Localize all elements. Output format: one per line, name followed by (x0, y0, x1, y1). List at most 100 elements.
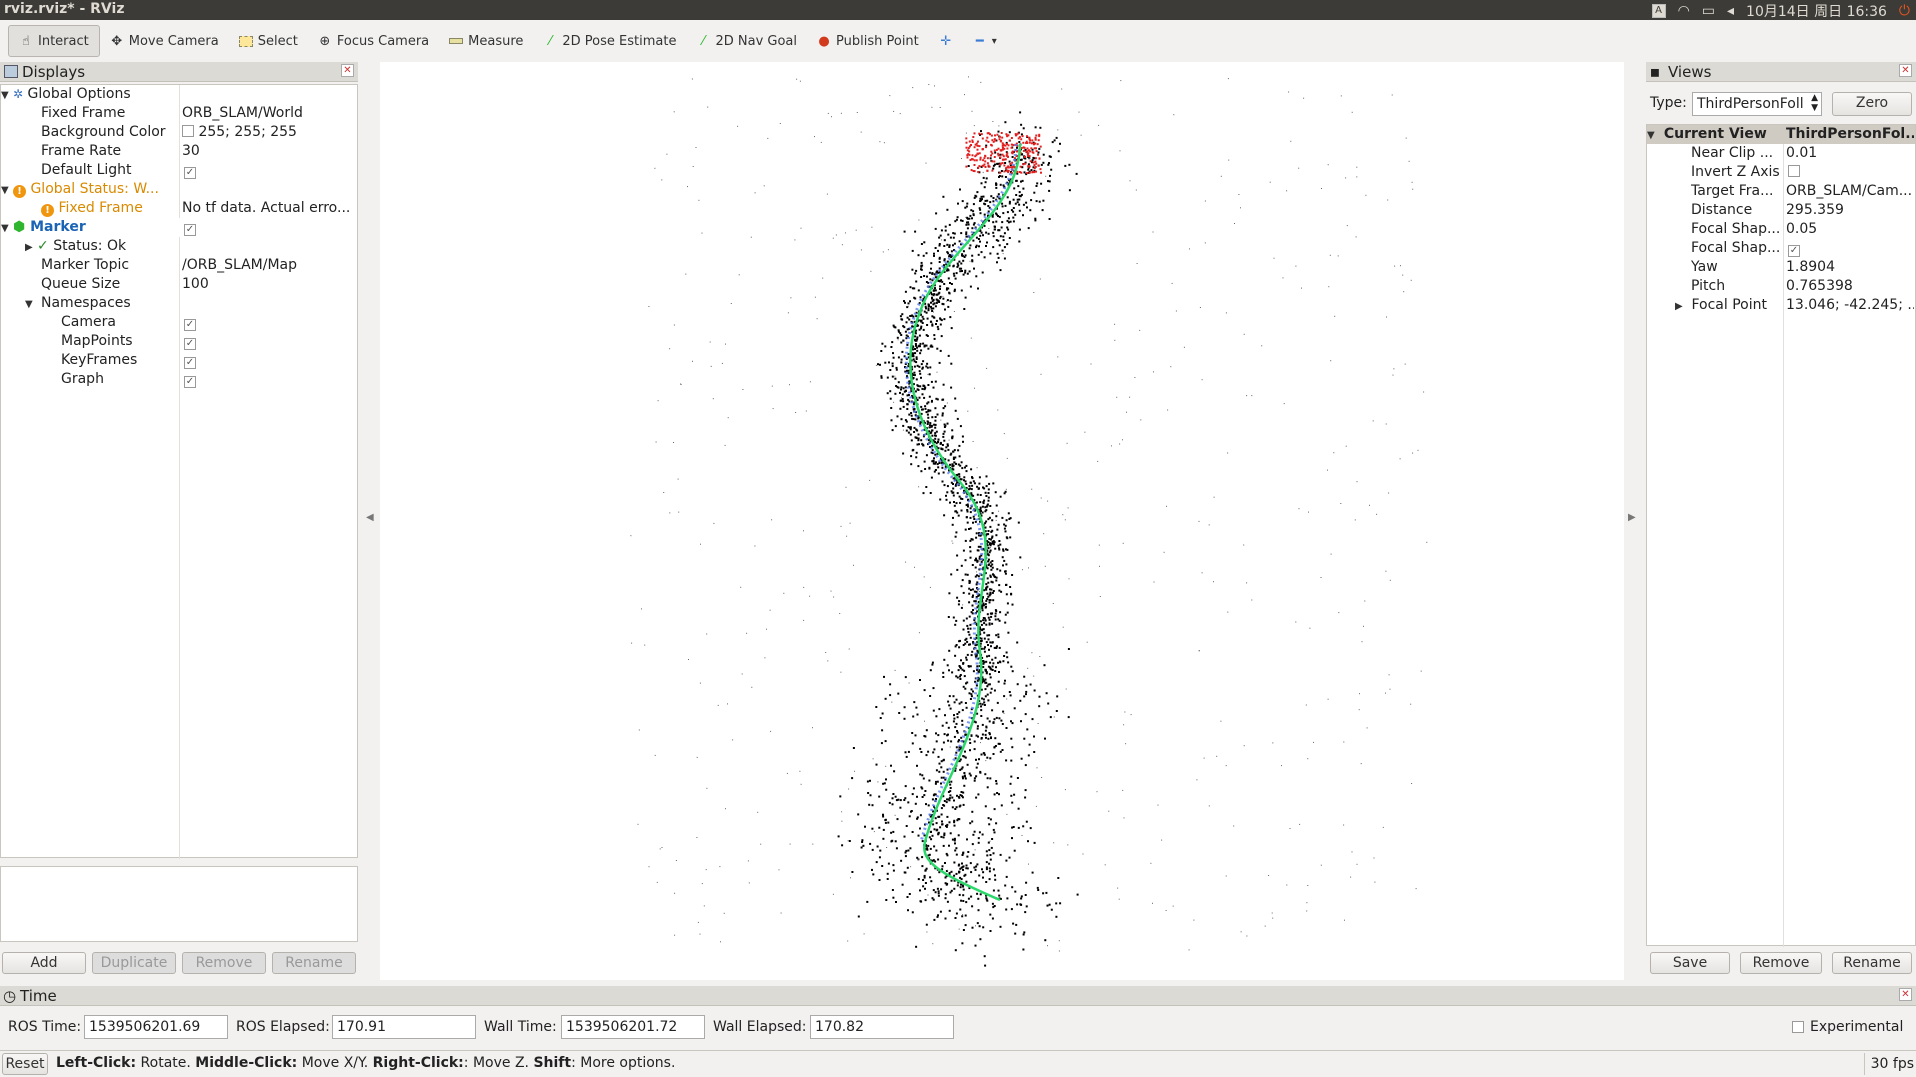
collapse-right-handle[interactable]: ▶ (1628, 512, 1636, 523)
wall-elapsed-field[interactable]: 170.82 (810, 1015, 954, 1039)
remove-tool-button[interactable]: ━ ▾ (963, 25, 1007, 57)
expand-arrow-icon[interactable]: ▼ (1, 219, 13, 238)
tree-row-ns-graph[interactable]: Graph ✓ (1, 370, 357, 389)
add-display-button[interactable]: Add (2, 952, 86, 974)
color-swatch[interactable] (182, 125, 194, 137)
rename-view-button[interactable]: Rename (1832, 952, 1912, 974)
ros-time-field[interactable]: 1539506201.69 (84, 1015, 228, 1039)
render-viewport[interactable] (380, 62, 1624, 980)
ns-camera-checkbox[interactable]: ✓ (184, 319, 196, 331)
tree-row-distance[interactable]: Distance 295.359 (1647, 201, 1915, 220)
default-light-checkbox[interactable]: ✓ (184, 167, 196, 179)
zero-button[interactable]: Zero (1832, 92, 1912, 116)
volume-icon[interactable]: ◂ (1727, 3, 1734, 19)
expand-arrow-icon[interactable]: ▼ (1, 86, 13, 105)
view-type-select[interactable]: ThirdPersonFoll ▲ ▼ (1692, 92, 1822, 116)
close-icon[interactable]: ✕ (1899, 64, 1912, 77)
power-icon[interactable]: ⏻ (1899, 3, 1910, 19)
expand-arrow-icon[interactable]: ▼ (1, 181, 13, 200)
tool-focus-camera[interactable]: ⊕ Focus Camera (308, 25, 439, 57)
close-icon[interactable]: ✕ (341, 64, 354, 77)
battery-icon[interactable]: ▭ (1702, 3, 1715, 19)
checkmark-icon: ✓ (37, 238, 49, 254)
ros-elapsed-field[interactable]: 170.91 (332, 1015, 476, 1039)
displays-tree[interactable]: ▼ ✲ Global Options Fixed Frame ORB_SLAM/Wo… (0, 84, 358, 859)
tree-row-status-ok[interactable]: ▶ ✓ Status: Ok (1, 237, 357, 256)
reset-button[interactable]: Reset (2, 1053, 48, 1075)
ruler-icon (449, 38, 464, 44)
spin-arrows-icon: ▲ ▼ (1811, 93, 1818, 113)
tree-row-marker-topic[interactable]: Marker Topic/ORB_SLAM/Map (1, 256, 357, 275)
tree-row-ns-camera[interactable]: Camera ✓ (1, 313, 357, 332)
tree-row-global-status[interactable]: ▼! Global Status: W... (1, 180, 357, 199)
ns-mappoints-checkbox[interactable]: ✓ (184, 338, 196, 350)
rename-display-button[interactable]: Rename (272, 952, 356, 974)
hand-icon: ☝ (22, 33, 30, 49)
add-tool-button[interactable]: ✛ (929, 25, 963, 57)
tree-row-near-clip[interactable]: Near Clip ... 0.01 (1647, 144, 1915, 163)
tree-row-current-view[interactable]: ▼ Current View ThirdPersonFol... (1647, 125, 1915, 144)
tree-row-default-light[interactable]: Default Light ✓ (1, 161, 357, 180)
gear-icon: ✲ (13, 87, 24, 101)
views-tree[interactable]: ▼ Current View ThirdPersonFol... Near Cli… (1646, 124, 1916, 947)
remove-display-button[interactable]: Remove (182, 952, 266, 974)
clock[interactable]: 10月14日 周日 16:36 (1746, 1, 1887, 21)
invert-z-checkbox[interactable] (1788, 165, 1800, 177)
window-title: rviz.rviz* - RViz (4, 1, 125, 17)
tree-row-pitch[interactable]: Pitch 0.765398 (1647, 277, 1915, 296)
monitor-icon (4, 65, 18, 78)
tree-row-ns-mappoints[interactable]: MapPoints ✓ (1, 332, 357, 351)
expand-arrow-icon[interactable]: ▼ (25, 295, 37, 314)
tree-row-focal-point[interactable]: ▶ Focal Point 13.046; -42.245; ... (1647, 296, 1915, 315)
warning-icon: ! (41, 204, 54, 217)
close-icon[interactable]: ✕ (1899, 988, 1912, 1001)
views-panel-header: ◼ Views ✕ (1646, 62, 1916, 82)
tree-row-yaw[interactable]: Yaw 1.8904 (1647, 258, 1915, 277)
tool-interact[interactable]: ☝ Interact (8, 25, 100, 57)
expand-arrow-icon[interactable]: ▶ (1675, 297, 1687, 316)
focus-camera-icon: ⊕ (319, 33, 331, 49)
select-icon (238, 35, 253, 47)
expand-arrow-icon[interactable]: ▼ (1647, 126, 1659, 145)
point-cloud-view[interactable] (380, 62, 1624, 980)
tree-row-frame-rate[interactable]: Frame Rate 30 (1, 142, 357, 161)
tool-2d-pose-estimate[interactable]: ⁄ 2D Pose Estimate (533, 25, 686, 57)
tool-select[interactable]: Select (229, 25, 308, 57)
map-points (630, 76, 1428, 967)
status-bar: Reset Left-Click: Rotate. Middle-Click: … (0, 1050, 1916, 1077)
tool-measure[interactable]: Measure (439, 25, 533, 57)
tool-move-camera[interactable]: ✥ Move Camera (100, 25, 229, 57)
focal-shape-checkbox[interactable]: ✓ (1788, 245, 1800, 257)
tree-row-focal-shape-size[interactable]: Focal Shap... 0.05 (1647, 220, 1915, 239)
tree-row-background-color[interactable]: Background Color 255; 255; 255 (1, 123, 357, 142)
duplicate-display-button[interactable]: Duplicate (92, 952, 176, 974)
tree-row-queue-size[interactable]: Queue Size 100 (1, 275, 357, 294)
move-camera-icon: ✥ (111, 33, 123, 49)
collapse-left-handle[interactable]: ◀ (366, 512, 374, 523)
tool-bar: ☝ Interact ✥ Move Camera Select ⊕ Focus Cam… (0, 22, 1916, 60)
ros-time-label: ROS Time: (8, 1019, 82, 1035)
tree-row-fixed-frame[interactable]: Fixed Frame ORB_SLAM/World (1, 104, 357, 123)
tree-row-namespaces[interactable]: ▼ Namespaces (1, 294, 357, 313)
tree-row-target-frame[interactable]: Target Fra... ORB_SLAM/Cam... (1647, 182, 1915, 201)
remove-view-button[interactable]: Remove (1740, 952, 1822, 974)
tree-row-global-options[interactable]: ▼ ✲ Global Options (1, 85, 357, 104)
ns-keyframes-checkbox[interactable]: ✓ (184, 357, 196, 369)
tree-row-ns-keyframes[interactable]: KeyFrames ✓ (1, 351, 357, 370)
wifi-icon[interactable]: ◠ (1678, 3, 1690, 19)
experimental-checkbox[interactable] (1792, 1021, 1804, 1033)
tree-row-focal-shape-fixed[interactable]: Focal Shap... ✓ (1647, 239, 1915, 258)
chevron-down-icon: ▾ (991, 35, 997, 47)
keyboard-indicator-icon[interactable]: A (1651, 4, 1666, 18)
tool-2d-nav-goal[interactable]: ⁄ 2D Nav Goal (686, 25, 807, 57)
tree-row-status-fixed-frame[interactable]: ! Fixed Frame No tf data. Actual erro... (1, 199, 357, 218)
wall-time-field[interactable]: 1539506201.72 (561, 1015, 705, 1039)
expand-arrow-icon[interactable]: ▶ (25, 238, 37, 257)
tree-row-marker[interactable]: ▼ ⬢ Marker ✓ (1, 218, 357, 237)
save-view-button[interactable]: Save (1650, 952, 1730, 974)
ns-graph-checkbox[interactable]: ✓ (184, 376, 196, 388)
marker-enabled-checkbox[interactable]: ✓ (184, 224, 196, 236)
tool-publish-point[interactable]: ● Publish Point (807, 25, 929, 57)
tree-row-invert-z[interactable]: Invert Z Axis (1647, 163, 1915, 182)
status-hint: Left-Click: Rotate. Middle-Click: Move X… (56, 1055, 676, 1071)
